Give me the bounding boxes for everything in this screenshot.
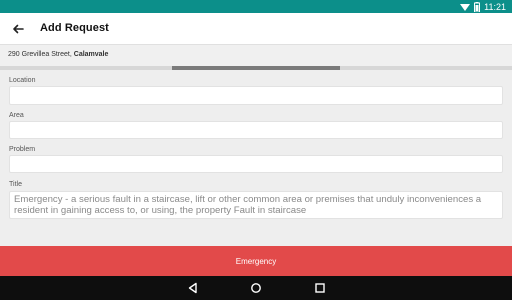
request-form: Location Area Problem Title Emergency - …: [0, 70, 512, 246]
area-value: [10, 122, 502, 126]
back-arrow-icon[interactable]: [10, 21, 26, 37]
page-title: Add Request: [40, 22, 109, 34]
area-field[interactable]: [9, 121, 503, 139]
problem-field[interactable]: [9, 155, 503, 173]
area-label: Area: [9, 112, 24, 119]
emergency-button[interactable]: Emergency: [0, 246, 512, 276]
location-value: [10, 87, 502, 91]
title-label: Title: [9, 181, 22, 188]
app-bar: Add Request: [0, 13, 512, 45]
status-time: 11:21: [484, 1, 506, 12]
status-bar: 11:21: [0, 0, 512, 13]
navigation-bar: [0, 276, 512, 300]
location-label: Location: [9, 77, 36, 84]
emergency-button-label: Emergency: [235, 256, 277, 266]
battery-icon: [474, 1, 481, 12]
address-text: 290 Grevillea Street, Calamvale: [8, 51, 108, 58]
address-suburb: Calamvale: [73, 51, 109, 58]
address-street: 290 Grevillea Street,: [8, 51, 74, 58]
problem-label: Problem: [9, 146, 36, 153]
address-bar: 290 Grevillea Street, Calamvale: [0, 45, 512, 66]
title-value: Emergency - a serious fault in a stairca…: [14, 194, 482, 216]
recents-nav-icon[interactable]: [314, 282, 326, 294]
back-nav-icon[interactable]: [187, 282, 199, 294]
wifi-icon: [460, 4, 471, 11]
title-field[interactable]: Emergency - a serious fault in a stairca…: [9, 191, 503, 219]
problem-value: [10, 156, 502, 160]
home-nav-icon[interactable]: [250, 282, 262, 294]
location-field[interactable]: [9, 86, 503, 105]
status-icons: 11:21: [460, 1, 506, 12]
